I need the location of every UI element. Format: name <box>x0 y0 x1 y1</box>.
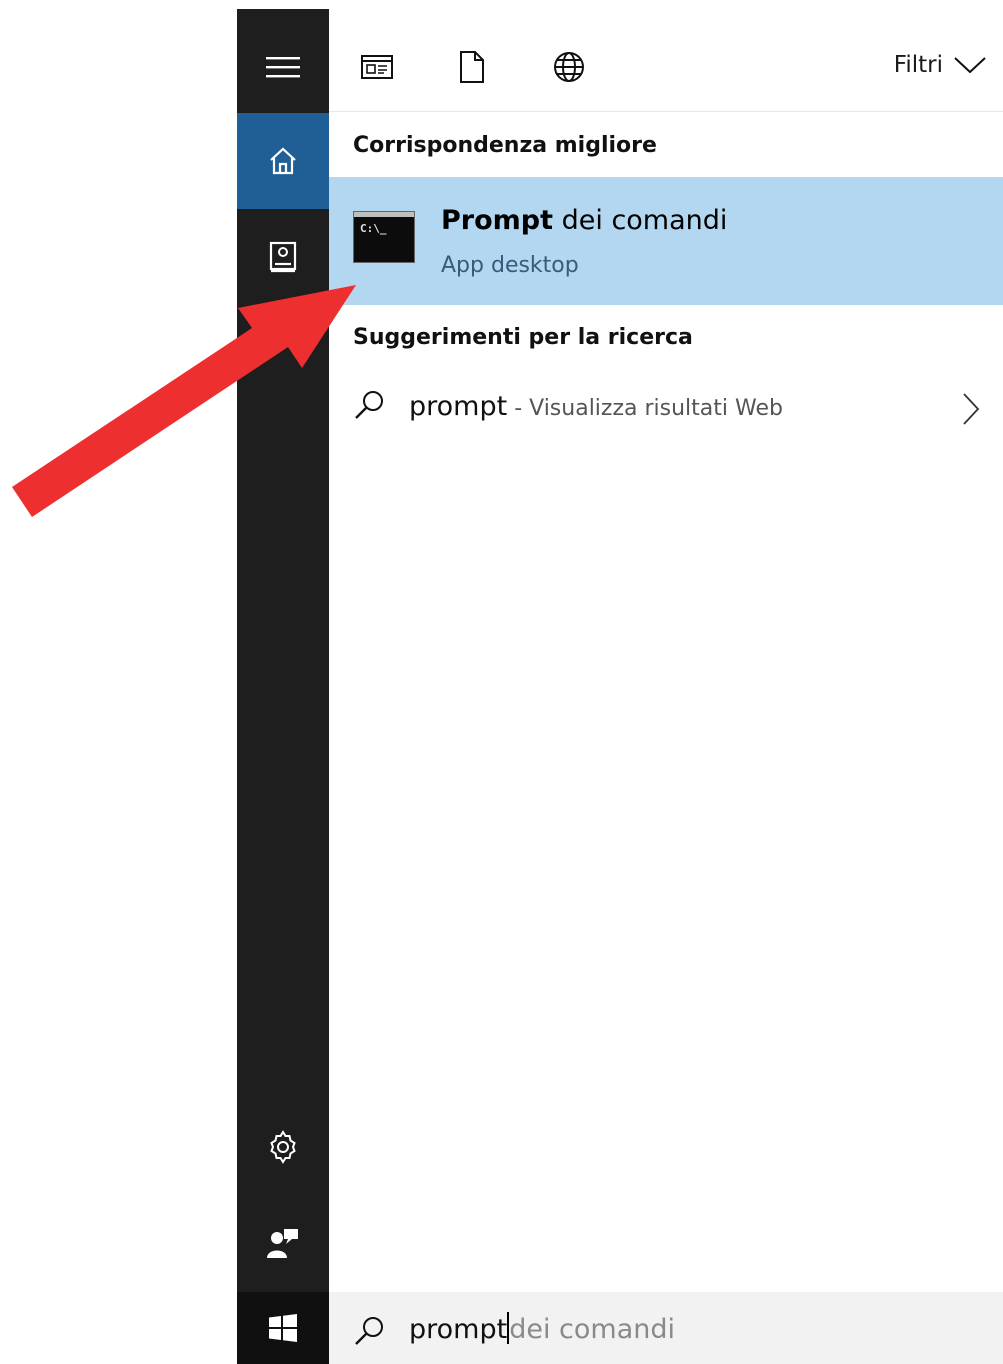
web-suggestion-item[interactable]: prompt - Visualizza risultati Web <box>329 374 1003 442</box>
chevron-down-icon <box>954 57 986 74</box>
best-match-heading: Corrispondenza migliore <box>353 133 657 158</box>
apps-filter-button[interactable] <box>357 47 397 87</box>
best-match-title-rest: dei comandi <box>553 205 728 236</box>
notebook-icon <box>269 241 297 273</box>
search-box[interactable]: promptdei comandi <box>329 1292 1003 1364</box>
apps-filter-icon <box>361 55 393 79</box>
suggestion-query: prompt <box>409 391 508 422</box>
feedback-icon <box>267 1229 298 1258</box>
feedback-button[interactable] <box>237 1195 329 1291</box>
best-match-title-bold: Prompt <box>441 205 554 236</box>
web-filter-button[interactable] <box>549 47 589 87</box>
notebook-button[interactable] <box>237 209 329 305</box>
chevron-right-icon[interactable] <box>961 392 981 426</box>
search-typed-text: prompt <box>409 1314 508 1345</box>
documents-filter-button[interactable] <box>452 47 492 87</box>
windows-logo-icon <box>269 1314 297 1342</box>
hamburger-menu-icon <box>266 57 300 78</box>
filters-label: Filtri <box>893 52 943 78</box>
documents-filter-icon <box>460 51 484 83</box>
home-button[interactable] <box>237 113 329 209</box>
filters-dropdown[interactable]: Filtri <box>894 49 987 81</box>
best-match-result[interactable]: C:\_ Prompt dei comandi App desktop <box>329 177 1003 305</box>
suggestion-text: prompt - Visualizza risultati Web <box>409 391 783 422</box>
suggestion-hint: - Visualizza risultati Web <box>507 396 783 421</box>
best-match-title: Prompt dei comandi <box>441 205 727 236</box>
command-prompt-icon: C:\_ <box>353 211 415 263</box>
filter-toolbar: Filtri <box>329 9 1003 112</box>
start-sidebar <box>237 9 329 1364</box>
home-icon <box>270 147 296 175</box>
search-autocomplete-hint: dei comandi <box>509 1314 675 1345</box>
search-icon <box>355 1317 383 1345</box>
web-filter-icon <box>554 52 584 82</box>
search-icon <box>355 391 383 419</box>
background-margin <box>0 0 237 1364</box>
start-button[interactable] <box>237 1292 329 1364</box>
search-input[interactable]: promptdei comandi <box>409 1312 675 1345</box>
suggestions-heading: Suggerimenti per la ricerca <box>353 325 693 350</box>
best-match-subtitle: App desktop <box>441 253 579 278</box>
search-results-panel: Filtri Corrispondenza migliore C:\_ Prom… <box>329 9 1003 1292</box>
settings-button[interactable] <box>237 1099 329 1195</box>
hamburger-menu-button[interactable] <box>237 19 329 115</box>
gear-icon <box>270 1130 296 1164</box>
